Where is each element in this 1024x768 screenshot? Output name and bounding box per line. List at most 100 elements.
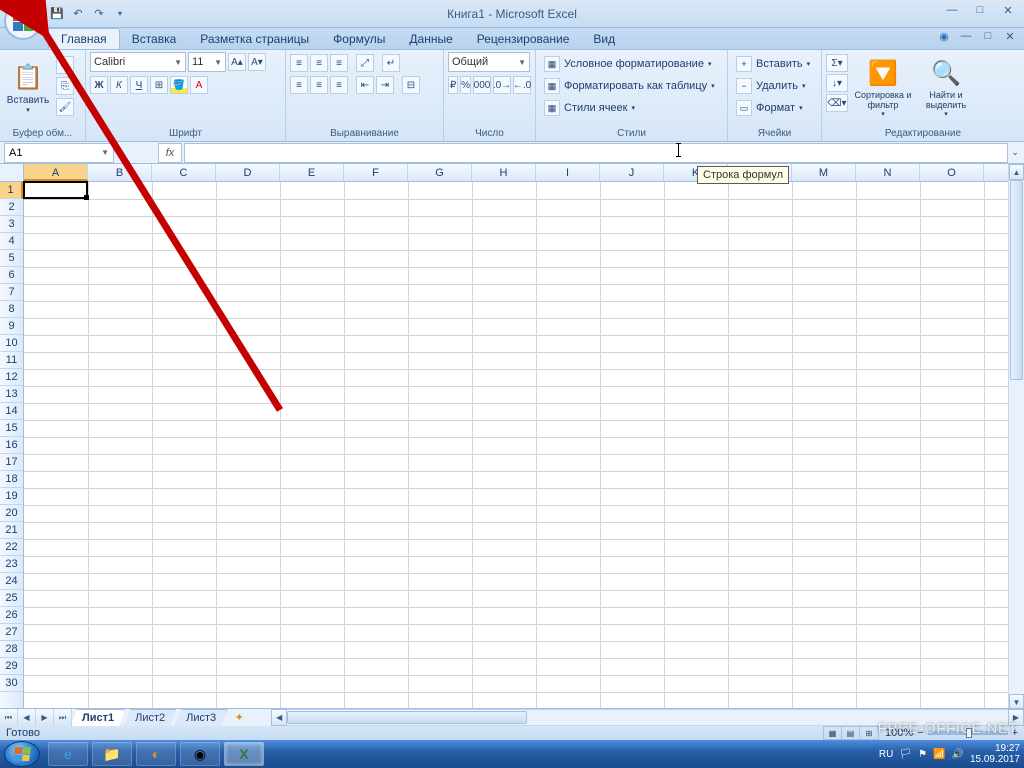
row-header-14[interactable]: 14: [0, 403, 23, 420]
col-header-E[interactable]: E: [280, 164, 344, 181]
bold-button[interactable]: Ж: [90, 76, 108, 94]
taskbar-ie[interactable]: e: [48, 742, 88, 766]
col-header-I[interactable]: I: [536, 164, 600, 181]
cell-styles-button[interactable]: ▦Стили ячеек▾: [540, 98, 719, 118]
row-header-1[interactable]: 1: [0, 182, 23, 199]
doc-minimize-button[interactable]: —: [958, 30, 974, 43]
col-header-J[interactable]: J: [600, 164, 664, 181]
copy-icon[interactable]: ⎘: [56, 77, 74, 95]
name-box[interactable]: A1▼: [4, 143, 114, 163]
ribbon-tab-6[interactable]: Вид: [581, 29, 627, 49]
format-as-table-button[interactable]: ▦Форматировать как таблицу▾: [540, 76, 719, 96]
sort-filter-button[interactable]: 🔽 Сортировка и фильтр▾: [852, 52, 914, 122]
ribbon-tab-5[interactable]: Рецензирование: [465, 29, 582, 49]
vscroll-thumb[interactable]: [1010, 180, 1023, 380]
help-icon[interactable]: ◉: [936, 30, 952, 43]
row-header-27[interactable]: 27: [0, 624, 23, 641]
clear-icon[interactable]: ⌫▾: [826, 94, 848, 112]
currency-icon[interactable]: ₽: [448, 76, 458, 94]
tray-flag-icon[interactable]: 🏳: [899, 749, 912, 760]
row-header-25[interactable]: 25: [0, 590, 23, 607]
vertical-scrollbar[interactable]: ▲ ▼: [1008, 164, 1024, 710]
row-header-30[interactable]: 30: [0, 675, 23, 692]
font-color-button[interactable]: A: [190, 76, 208, 94]
doc-restore-button[interactable]: □: [980, 30, 996, 43]
save-icon[interactable]: 💾: [48, 5, 66, 23]
row-header-2[interactable]: 2: [0, 199, 23, 216]
normal-view-icon[interactable]: ▦: [824, 727, 842, 739]
tray-clock[interactable]: 19:2715.09.2017: [970, 743, 1020, 765]
row-header-10[interactable]: 10: [0, 335, 23, 352]
row-header-8[interactable]: 8: [0, 301, 23, 318]
align-left-icon[interactable]: ≡: [290, 76, 308, 94]
taskbar-media[interactable]: ◐: [136, 742, 176, 766]
underline-button[interactable]: Ч: [130, 76, 148, 94]
row-header-3[interactable]: 3: [0, 216, 23, 233]
qat-dropdown-icon[interactable]: ▾: [111, 5, 129, 23]
comma-icon[interactable]: 000: [473, 76, 491, 94]
percent-icon[interactable]: %: [460, 76, 471, 94]
align-bottom-icon[interactable]: ≡: [330, 54, 348, 72]
number-format-combo[interactable]: Общий▼: [448, 52, 530, 72]
insert-cells-button[interactable]: +Вставить▾: [732, 54, 814, 74]
col-header-H[interactable]: H: [472, 164, 536, 181]
start-button[interactable]: [4, 741, 40, 767]
ribbon-tab-4[interactable]: Данные: [397, 29, 464, 49]
find-select-button[interactable]: 🔍 Найти и выделить▾: [918, 52, 974, 122]
align-middle-icon[interactable]: ≡: [310, 54, 328, 72]
row-header-13[interactable]: 13: [0, 386, 23, 403]
col-header-B[interactable]: B: [88, 164, 152, 181]
sheet-tab-0[interactable]: Лист1: [71, 709, 125, 726]
formula-input[interactable]: [184, 143, 1008, 163]
sheet-next-icon[interactable]: ▶: [36, 709, 54, 726]
tray-volume-icon[interactable]: 🔊: [951, 749, 963, 760]
fill-color-button[interactable]: 🪣: [170, 76, 188, 94]
row-header-5[interactable]: 5: [0, 250, 23, 267]
row-header-24[interactable]: 24: [0, 573, 23, 590]
wrap-text-icon[interactable]: ↵: [382, 54, 400, 72]
row-header-29[interactable]: 29: [0, 658, 23, 675]
active-cell-a1[interactable]: [23, 181, 88, 199]
close-button[interactable]: ✕: [998, 4, 1018, 17]
row-header-21[interactable]: 21: [0, 522, 23, 539]
row-header-18[interactable]: 18: [0, 471, 23, 488]
row-header-26[interactable]: 26: [0, 607, 23, 624]
row-header-4[interactable]: 4: [0, 233, 23, 250]
border-button[interactable]: ⊞: [150, 76, 168, 94]
paste-button[interactable]: 📋 Вставить ▾: [4, 52, 52, 122]
orientation-icon[interactable]: ⤢: [356, 54, 374, 72]
align-right-icon[interactable]: ≡: [330, 76, 348, 94]
sheet-first-icon[interactable]: ⏮: [0, 709, 18, 726]
redo-icon[interactable]: ↷: [90, 5, 108, 23]
row-header-28[interactable]: 28: [0, 641, 23, 658]
cut-icon[interactable]: ✂: [56, 56, 74, 74]
col-header-G[interactable]: G: [408, 164, 472, 181]
maximize-button[interactable]: □: [970, 4, 990, 17]
decrease-indent-icon[interactable]: ⇤: [356, 76, 374, 94]
row-header-15[interactable]: 15: [0, 420, 23, 437]
font-name-combo[interactable]: Calibri▼: [90, 52, 186, 72]
taskbar-explorer[interactable]: 📁: [92, 742, 132, 766]
row-header-19[interactable]: 19: [0, 488, 23, 505]
italic-button[interactable]: К: [110, 76, 128, 94]
office-button[interactable]: [4, 2, 42, 40]
sheet-tab-2[interactable]: Лист3: [175, 709, 227, 726]
delete-cells-button[interactable]: −Удалить▾: [732, 76, 814, 96]
new-sheet-button[interactable]: ✦: [227, 709, 251, 726]
cells-area[interactable]: [24, 182, 1008, 710]
row-header-7[interactable]: 7: [0, 284, 23, 301]
row-header-16[interactable]: 16: [0, 437, 23, 454]
shrink-font-icon[interactable]: A▾: [248, 53, 266, 71]
format-painter-icon[interactable]: 🖌: [56, 98, 74, 116]
row-header-22[interactable]: 22: [0, 539, 23, 556]
col-header-N[interactable]: N: [856, 164, 920, 181]
scroll-up-icon[interactable]: ▲: [1009, 164, 1024, 180]
increase-decimal-icon[interactable]: .0→: [493, 76, 511, 94]
scroll-left-icon[interactable]: ◀: [271, 709, 287, 726]
fx-button[interactable]: fx: [158, 143, 182, 163]
sheet-tab-1[interactable]: Лист2: [124, 709, 176, 726]
autosum-icon[interactable]: Σ▾: [826, 54, 848, 72]
row-header-23[interactable]: 23: [0, 556, 23, 573]
sheet-last-icon[interactable]: ⏭: [54, 709, 72, 726]
conditional-formatting-button[interactable]: ▦Условное форматирование▾: [540, 54, 719, 74]
